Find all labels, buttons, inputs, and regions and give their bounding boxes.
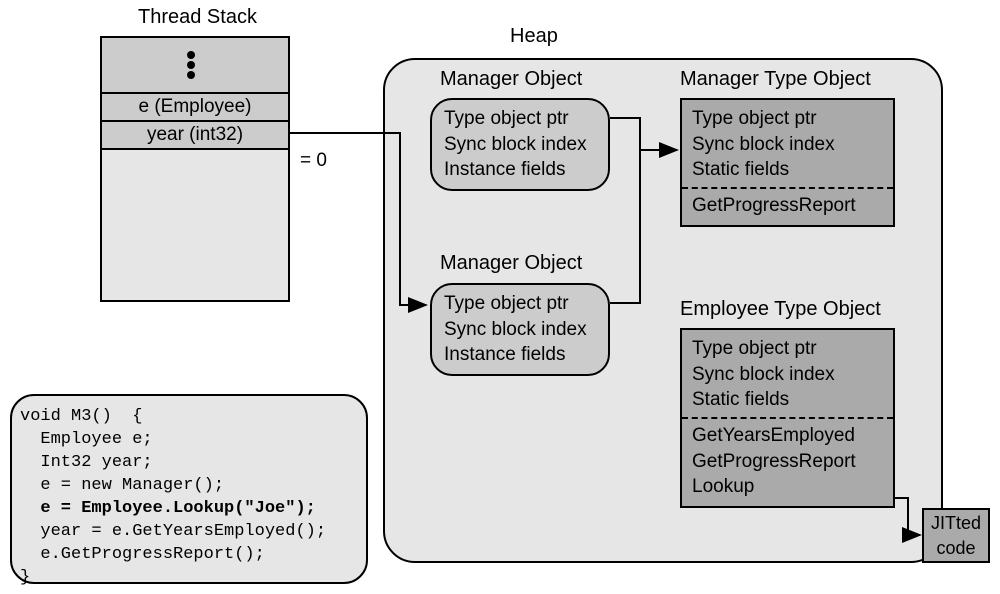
- code-line: void M3() {: [20, 407, 142, 426]
- stack-cell-e: e (Employee): [102, 94, 288, 122]
- divider: [682, 417, 893, 419]
- field-line: Sync block index: [692, 132, 883, 158]
- field-line: Sync block index: [444, 317, 596, 343]
- code-line: e.GetProgressReport();: [20, 545, 265, 564]
- field-line: Sync block index: [444, 132, 596, 158]
- field-line: Static fields: [692, 157, 883, 183]
- stack-empty: [102, 150, 288, 300]
- manager-object-1: Type object ptr Sync block index Instanc…: [430, 98, 610, 191]
- code-line-current: e = Employee.Lookup("Joe");: [20, 499, 316, 518]
- code-line: e = new Manager();: [20, 476, 224, 495]
- stack-cell-year: year (int32): [102, 122, 288, 150]
- year-value: = 0: [300, 150, 327, 172]
- field-line: Type object ptr: [692, 106, 883, 132]
- field-line: Type object ptr: [692, 336, 883, 362]
- thread-stack: • • • e (Employee) year (int32): [100, 36, 290, 302]
- divider: [682, 187, 893, 189]
- jit-line: JITted: [924, 511, 988, 535]
- field-line: Type object ptr: [444, 291, 596, 317]
- code-box: void M3() { Employee e; Int32 year; e = …: [10, 394, 368, 584]
- stack-header: • • •: [102, 38, 288, 94]
- code-line: }: [20, 568, 30, 587]
- method-line: GetProgressReport: [692, 449, 883, 475]
- method-line: Lookup: [692, 474, 883, 500]
- employee-type-object: Type object ptr Sync block index Static …: [680, 328, 895, 508]
- ellipsis-icon: •: [186, 70, 204, 80]
- manager-type-object: Type object ptr Sync block index Static …: [680, 98, 895, 227]
- field-line: Instance fields: [444, 342, 596, 368]
- field-line: Instance fields: [444, 157, 596, 183]
- manager-object-2: Type object ptr Sync block index Instanc…: [430, 283, 610, 376]
- manager-object-1-label: Manager Object: [440, 68, 582, 91]
- code-line: Employee e;: [20, 430, 153, 449]
- thread-stack-label: Thread Stack: [138, 6, 257, 29]
- method-line: GetYearsEmployed: [692, 423, 883, 449]
- heap-label: Heap: [510, 25, 558, 48]
- manager-object-2-label: Manager Object: [440, 252, 582, 275]
- employee-type-label: Employee Type Object: [680, 298, 881, 321]
- field-line: Type object ptr: [444, 106, 596, 132]
- manager-type-label: Manager Type Object: [680, 68, 871, 91]
- field-line: Sync block index: [692, 362, 883, 388]
- jit-line: code: [924, 536, 988, 560]
- jitted-code-box: JITted code: [922, 508, 990, 563]
- code-line: Int32 year;: [20, 453, 153, 472]
- method-line: GetProgressReport: [692, 193, 883, 219]
- field-line: Static fields: [692, 387, 883, 413]
- code-line: year = e.GetYearsEmployed();: [20, 522, 326, 541]
